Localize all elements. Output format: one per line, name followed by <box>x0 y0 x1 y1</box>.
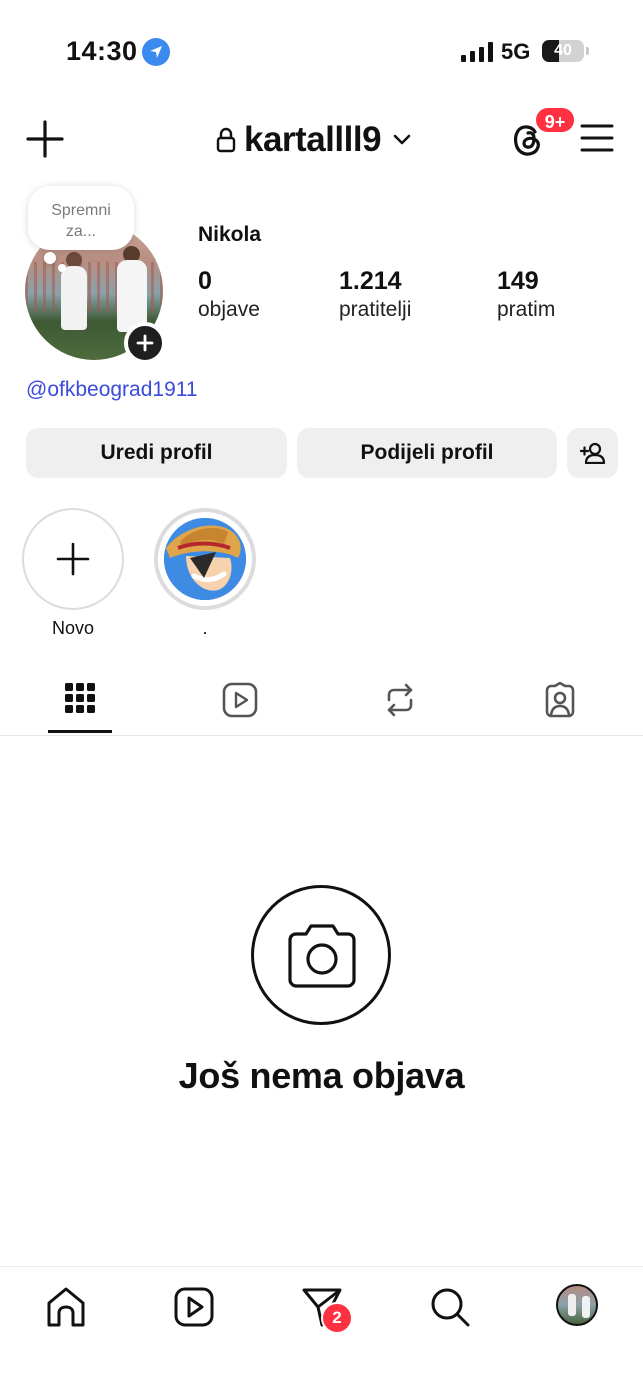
stat-followers-count: 1.214 <box>339 267 402 295</box>
highlight-new-circle <box>22 508 124 610</box>
battery-percent: 40 <box>554 42 572 59</box>
menu-icon[interactable] <box>580 122 614 154</box>
stat-following-count: 149 <box>497 267 539 295</box>
location-arrow-icon <box>142 38 170 66</box>
threads-badge: 9+ <box>534 106 576 134</box>
active-tab-indicator <box>48 730 112 733</box>
note-bubble[interactable]: Spremni za... <box>28 186 134 250</box>
messages-badge: 2 <box>321 1302 353 1334</box>
highlight-new[interactable]: Novo <box>22 508 124 639</box>
tab-tagged[interactable] <box>528 668 592 736</box>
camera-circle <box>251 885 391 1025</box>
stat-posts[interactable]: 0 objave <box>198 266 260 324</box>
reels-icon[interactable] <box>172 1285 216 1329</box>
search-icon[interactable] <box>428 1285 472 1329</box>
profile-avatar-tab[interactable] <box>556 1284 598 1326</box>
tab-posts-grid[interactable] <box>48 668 112 736</box>
battery-icon: 40 <box>542 40 584 62</box>
profile-header: kartallll9 9+ <box>0 100 643 180</box>
battery-cap <box>586 47 589 55</box>
reposts-icon <box>387 683 413 717</box>
plus-icon <box>136 334 154 352</box>
grid-icon <box>65 683 95 713</box>
stat-following-label: pratim <box>497 298 556 321</box>
account-switcher[interactable]: kartallll9 <box>216 118 411 162</box>
username: kartallll9 <box>244 120 382 159</box>
home-icon[interactable] <box>44 1285 88 1329</box>
stat-followers[interactable]: 1.214 pratitelji <box>339 266 411 324</box>
profile-mention-link[interactable]: @ofkbeograd1911 <box>26 378 198 402</box>
share-profile-button[interactable]: Podijeli profil <box>297 428 557 478</box>
add-story-button[interactable] <box>124 322 166 364</box>
highlight-cover-image <box>164 518 246 600</box>
stat-posts-count: 0 <box>198 267 212 295</box>
plus-icon[interactable] <box>26 120 64 158</box>
reels-icon <box>222 682 258 718</box>
highlight-cover <box>154 508 256 610</box>
tab-reposts[interactable] <box>368 668 432 736</box>
network-type: 5G <box>501 39 531 64</box>
edit-profile-button[interactable]: Uredi profil <box>26 428 287 478</box>
empty-state-title: Još nema objava <box>178 1055 465 1096</box>
tab-reels[interactable] <box>208 668 272 736</box>
camera-icon <box>288 924 356 988</box>
status-time: 14:30 <box>66 36 138 66</box>
discover-people-button[interactable] <box>567 428 618 478</box>
bottom-nav <box>0 1266 643 1399</box>
cellular-signal-icon <box>461 42 493 62</box>
note-text: Spremni za... <box>51 202 111 240</box>
highlight-label: . <box>202 618 208 638</box>
lock-icon <box>216 127 236 153</box>
highlight-item[interactable]: . <box>154 508 256 639</box>
stat-posts-label: objave <box>198 298 260 321</box>
chevron-down-icon <box>393 134 411 145</box>
stat-followers-label: pratitelji <box>339 298 412 321</box>
note-bubble-tail <box>58 264 66 272</box>
note-bubble-tail <box>44 252 56 264</box>
highlight-label: Novo <box>51 618 95 638</box>
status-bar: 14:30 5G 40 <box>0 0 643 100</box>
plus-icon <box>56 542 90 576</box>
tagged-icon <box>545 682 575 718</box>
avatar-figure <box>61 266 87 330</box>
stat-following[interactable]: 149 pratim <box>497 266 555 324</box>
add-user-icon <box>579 442 605 464</box>
display-name: Nikola <box>198 223 262 246</box>
profile-tabs <box>0 668 643 736</box>
